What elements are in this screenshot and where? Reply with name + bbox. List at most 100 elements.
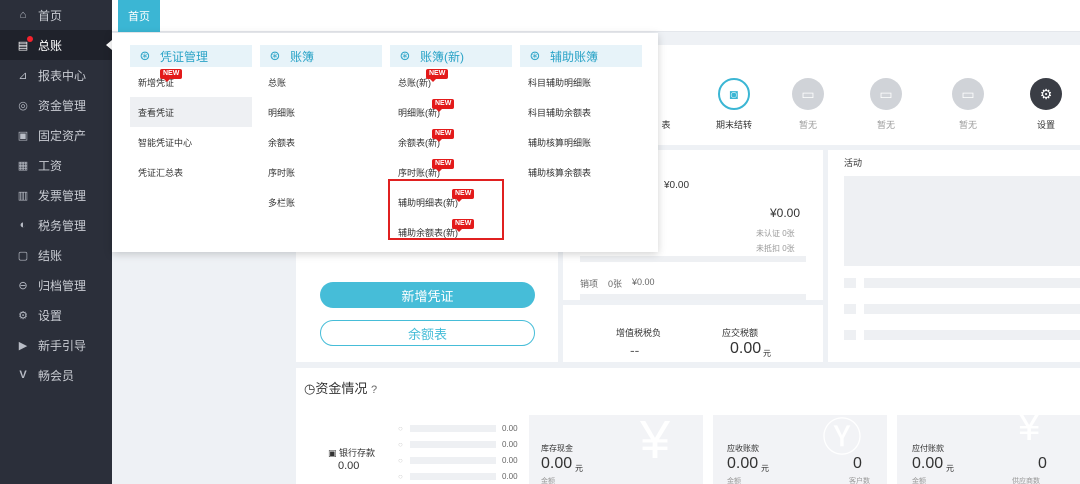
receivable-unit: 元 (761, 464, 769, 473)
cash-sub-label: 金额 (541, 478, 555, 484)
highlight-box (388, 179, 504, 240)
sidebar-item-assets[interactable]: ▣ 固定资产 (0, 120, 112, 150)
output-bar (580, 294, 806, 300)
menu-item-label: 辅助核算明细账 (528, 137, 592, 148)
quick-empty-3[interactable]: ▭ 暂无 (938, 78, 998, 131)
receivable-sub-label: 金额 (727, 478, 741, 484)
bank-label: 银行存款 (339, 448, 376, 458)
quick-label: 设置 (1036, 120, 1055, 130)
notification-dot (27, 36, 33, 42)
quick-period-close[interactable]: ◙ 期末结转 (704, 78, 764, 131)
customer-count-label: 客户数 (849, 478, 870, 484)
clock-icon: ◷ (304, 381, 316, 396)
menu-item-detail-ledger[interactable]: 明细账 (260, 97, 382, 127)
cash-value: 0.00 (541, 455, 573, 472)
bank-value: 0.00 (338, 460, 360, 472)
fund-bar (410, 473, 496, 480)
empty-icon: ▭ (952, 78, 984, 110)
archive-icon: ⊖ (18, 279, 28, 292)
menu-header-books: ⊛ 账簿 (260, 45, 382, 67)
sidebar-item-invoice[interactable]: ▥ 发票管理 (0, 180, 112, 210)
sidebar-item-reports[interactable]: ⊿ 报表中心 (0, 60, 112, 90)
menu-item-new-voucher[interactable]: 新增凭证 NEW (130, 67, 252, 97)
supplier-count: 0 (1038, 455, 1047, 472)
menu-item-journal[interactable]: 序时账 (260, 157, 382, 187)
vip-icon: V (19, 369, 27, 381)
sidebar-item-closing[interactable]: ▢ 结账 (0, 240, 112, 270)
new-voucher-button[interactable]: 新增凭证 (320, 282, 535, 308)
output-label: 销项 (580, 279, 599, 289)
menu-header-label: 账簿(新) (420, 49, 464, 64)
bank-deposit: ▣ 银行存款 (328, 446, 375, 459)
quick-settings[interactable]: ⚙ 设置 (1016, 78, 1076, 131)
payable-unit: 元 (946, 464, 954, 473)
fund-bar-value: 0.00 (502, 456, 518, 465)
sidebar-item-label: 归档管理 (38, 278, 87, 293)
sidebar-item-salary[interactable]: ▦ 工资 (0, 150, 112, 180)
activity-title: 活动 (844, 158, 863, 168)
fund-bar (410, 425, 496, 432)
supplier-count-label: 供应商数 (1012, 478, 1040, 484)
bar-dot: ○ (398, 472, 403, 481)
menu-item-general-ledger[interactable]: 总账 (260, 67, 382, 97)
menu-item-smart-voucher[interactable]: 智能凭证中心 (130, 127, 252, 157)
ledger-dropdown-menu: ⊛ 凭证管理 新增凭证 NEW 查看凭证 智能凭证中心 凭证汇总表 ⊛ 账簿 总账 明… (112, 33, 658, 252)
sidebar-item-funds[interactable]: ◎ 资金管理 (0, 90, 112, 120)
sidebar-item-guide[interactable]: ▶ 新手引导 (0, 330, 112, 360)
menu-item-general-ledger-new[interactable]: 总账(新) NEW (390, 67, 512, 97)
menu-item-label: 明细账 (268, 107, 296, 118)
fund-bar-value: 0.00 (502, 424, 518, 433)
quick-empty-1[interactable]: ▭ 暂无 (778, 78, 838, 131)
menu-item-balance-sheet[interactable]: 余额表 (260, 127, 382, 157)
menu-item-label: 序时账 (268, 167, 296, 178)
sidebar-item-label: 固定资产 (38, 128, 87, 143)
chart-icon: ⊿ (18, 69, 28, 82)
menu-item-aux-accounting-detail[interactable]: 辅助核算明细账 (520, 127, 642, 157)
fund-bar (410, 441, 496, 448)
activity-line (864, 330, 1080, 340)
sidebar-item-archive[interactable]: ⊖ 归档管理 (0, 270, 112, 300)
menu-item-label: 余额表 (268, 137, 296, 148)
menu-header-label: 凭证管理 (160, 49, 209, 64)
empty-icon: ▭ (792, 78, 824, 110)
unverified-count: 未认证 0张 (756, 229, 795, 238)
activity-line (864, 278, 1080, 288)
sidebar-item-label: 发票管理 (38, 188, 87, 203)
sidebar-item-settings[interactable]: ⚙ 设置 (0, 300, 112, 330)
menu-item-subject-aux-detail[interactable]: 科目辅助明细账 (520, 67, 642, 97)
menu-item-detail-ledger-new[interactable]: 明细账(新) NEW (390, 97, 512, 127)
sidebar-item-tax[interactable]: ◐ 税务管理 (0, 210, 112, 240)
menu-item-subject-aux-balance[interactable]: 科目辅助余额表 (520, 97, 642, 127)
aux-books-icon: ⊛ (529, 48, 541, 63)
menu-item-aux-accounting-balance[interactable]: 辅助核算余额表 (520, 157, 642, 187)
bank-icon: ▣ (328, 448, 337, 458)
help-icon[interactable]: ? (371, 384, 377, 396)
sidebar-item-home[interactable]: ⌂ 首页 (0, 0, 112, 30)
quick-empty-2[interactable]: ▭ 暂无 (856, 78, 916, 131)
guide-icon: ▶ (18, 339, 28, 352)
tab-bar: 首页 (112, 0, 1080, 32)
menu-item-multi-column[interactable]: 多栏账 (260, 187, 382, 217)
sidebar-item-vip[interactable]: V 畅会员 (0, 360, 112, 390)
new-badge: NEW (426, 69, 449, 82)
menu-item-balance-sheet-new[interactable]: 余额表(新) NEW (390, 127, 512, 157)
tax-due-unit: 元 (763, 349, 771, 358)
menu-item-voucher-summary[interactable]: 凭证汇总表 (130, 157, 252, 187)
bar-dot: ○ (398, 424, 403, 433)
output-count: 0张 (608, 279, 623, 289)
tax-panel (563, 305, 823, 362)
menu-item-view-voucher[interactable]: 查看凭证 (130, 97, 252, 127)
tab-home[interactable]: 首页 (118, 0, 160, 32)
sidebar-item-ledger[interactable]: ▤ 总账 (0, 30, 112, 60)
menu-column-voucher: ⊛ 凭证管理 新增凭证 NEW 查看凭证 智能凭证中心 凭证汇总表 (130, 45, 252, 187)
sidebar-item-label: 资金管理 (38, 98, 87, 113)
activity-banner[interactable] (844, 176, 1080, 266)
fund-bar-value: 0.00 (502, 440, 518, 449)
fund-bar (410, 457, 496, 464)
balance-button[interactable]: 余额表 (320, 320, 535, 346)
menu-header-books-new: ⊛ 账簿(新) (390, 45, 512, 67)
books-icon: ⊛ (269, 48, 281, 63)
menu-header-label: 辅助账簿 (550, 49, 599, 64)
home-icon: ⌂ (19, 9, 27, 21)
quick-actions: 表 ◙ 期末结转 ▭ 暂无 ▭ 暂无 ▭ 暂无 ⚙ 设置 (648, 78, 1080, 130)
